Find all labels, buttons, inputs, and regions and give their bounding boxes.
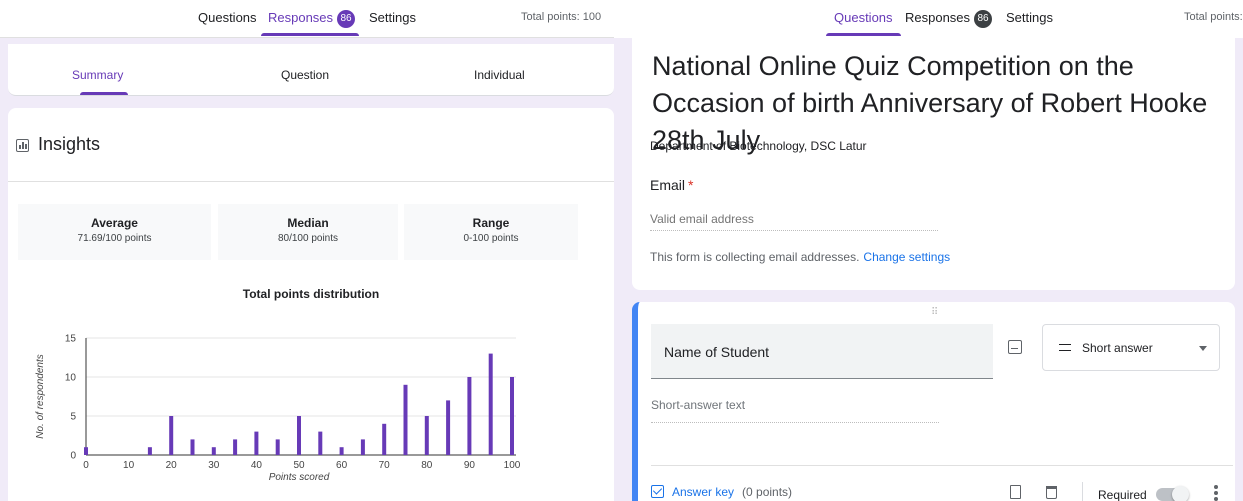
chart-x-tick-label: 80 <box>421 460 433 471</box>
chart-bar <box>211 447 216 455</box>
chart-x-tick-label: 70 <box>379 460 391 471</box>
subtab-summary[interactable]: Summary <box>72 68 123 82</box>
response-subtabs: Summary Question Individual <box>8 44 614 96</box>
chevron-down-icon <box>1199 346 1207 351</box>
chart-bar <box>446 400 451 455</box>
chart-bar <box>297 416 301 455</box>
chart-bar <box>382 423 387 455</box>
chart-x-tick-label: 60 <box>336 460 348 471</box>
form-description[interactable]: Department of Biotechnology, DSC Latur <box>650 139 867 153</box>
chart-bar <box>403 384 408 455</box>
duplicate-icon[interactable] <box>1010 485 1021 499</box>
chart-bar <box>169 416 174 455</box>
responses-count-badge-right: 86 <box>974 10 993 28</box>
chart-bar <box>424 416 429 455</box>
chart-y-axis-label: No. of respondents <box>35 354 46 439</box>
subtab-individual[interactable]: Individual <box>474 68 525 82</box>
tab-questions-right[interactable]: Questions <box>834 10 893 25</box>
chart-x-tick-label: 100 <box>504 460 521 471</box>
question-title: Name of Student <box>664 344 770 360</box>
required-toggle[interactable] <box>1156 486 1189 501</box>
top-nav: Questions Responses 86 Settings Total poi… <box>0 0 614 38</box>
tab-responses[interactable]: Responses 86 <box>268 10 356 28</box>
chart-bar <box>488 353 493 455</box>
answer-key-button[interactable]: Answer key (0 points) <box>651 485 792 499</box>
chart-bar <box>360 439 365 455</box>
total-points-right: Total points: 100 <box>1184 11 1243 23</box>
chart-bar <box>339 447 344 455</box>
points-distribution-chart: 0 5 10 15 0 10 20 30 40 50 60 70 80 90 100 Points score… <box>35 334 521 484</box>
chart-y-tick-label: 0 <box>70 451 76 462</box>
chart-x-tick-label: 40 <box>251 460 263 471</box>
question-type-label: Short answer <box>1082 341 1153 355</box>
responses-count-badge: 86 <box>337 10 356 28</box>
subtab-question[interactable]: Question <box>281 68 329 82</box>
responses-pane: Questions Responses 86 Settings Total poi… <box>0 0 614 501</box>
chart-bar <box>467 377 472 455</box>
chart-x-tick-label: 90 <box>464 460 476 471</box>
question-points: (0 points) <box>742 485 793 499</box>
chart-x-tick-label: 50 <box>293 460 305 471</box>
questions-pane: Questions Responses 86 Settings Total poi… <box>614 0 1243 501</box>
chart-bar <box>275 439 280 455</box>
question-card[interactable]: ⠿ Name of Student Short answer Short-ans… <box>632 302 1235 501</box>
email-label: Email * <box>650 177 693 193</box>
required-label: Required <box>1098 488 1147 501</box>
chart-x-tick-label: 10 <box>123 460 135 471</box>
chart-y-tick-label: 5 <box>70 412 76 423</box>
tab-settings[interactable]: Settings <box>369 10 416 25</box>
question-type-select[interactable]: Short answer <box>1042 324 1220 371</box>
chart-x-tick-label: 30 <box>208 460 220 471</box>
chart-x-axis-label: Points scored <box>269 472 330 483</box>
change-settings-link[interactable]: Change settings <box>863 250 950 264</box>
top-nav-right: Questions Responses 86 Settings Total poi… <box>614 0 1243 38</box>
footer-separator <box>1082 482 1083 501</box>
total-points: Total points: 100 <box>521 11 602 23</box>
collecting-emails-note: This form is collecting email addresses.… <box>650 250 950 264</box>
email-label-text: Email <box>650 177 686 193</box>
form-title-card: National Online Quiz Competition on the … <box>632 38 1235 290</box>
answer-key-label: Answer key <box>672 485 735 499</box>
chart-bar <box>510 377 514 455</box>
add-image-icon[interactable] <box>1008 340 1022 354</box>
question-title-field[interactable]: Name of Student <box>651 324 993 379</box>
tab-questions[interactable]: Questions <box>198 10 257 25</box>
required-asterisk: * <box>688 177 694 193</box>
short-answer-icon <box>1059 344 1071 351</box>
chart-y-tick-label: 15 <box>65 334 77 345</box>
more-vert-icon[interactable] <box>1214 485 1218 501</box>
chart-bar <box>190 439 195 455</box>
subtab-indicator <box>80 92 128 95</box>
chart-y-tick-label: 10 <box>65 373 77 384</box>
collecting-emails-text: This form is collecting email addresses. <box>650 250 860 264</box>
chart-bar <box>233 439 238 455</box>
tab-responses-right-label: Responses <box>905 10 971 25</box>
required-toggle-knob <box>1172 486 1189 501</box>
short-answer-placeholder: Short-answer text <box>651 398 939 423</box>
tab-responses-label: Responses <box>268 10 334 25</box>
chart-x-tick-label: 0 <box>83 460 89 471</box>
active-tab-indicator-right <box>826 33 901 36</box>
active-tab-indicator <box>261 33 359 36</box>
tab-responses-right[interactable]: Responses 86 <box>905 10 993 28</box>
email-field[interactable] <box>650 207 938 231</box>
chart-bar <box>254 431 259 455</box>
checkbox-check-icon <box>651 485 664 498</box>
delete-icon[interactable] <box>1046 486 1057 499</box>
question-footer-divider <box>651 465 1233 466</box>
chart-bar <box>84 447 88 455</box>
tab-settings-right[interactable]: Settings <box>1006 10 1053 25</box>
chart-bar <box>147 447 152 455</box>
drag-handle-icon[interactable]: ⠿ <box>931 307 939 318</box>
chart-x-tick-label: 20 <box>166 460 178 471</box>
chart-bar <box>318 431 323 455</box>
